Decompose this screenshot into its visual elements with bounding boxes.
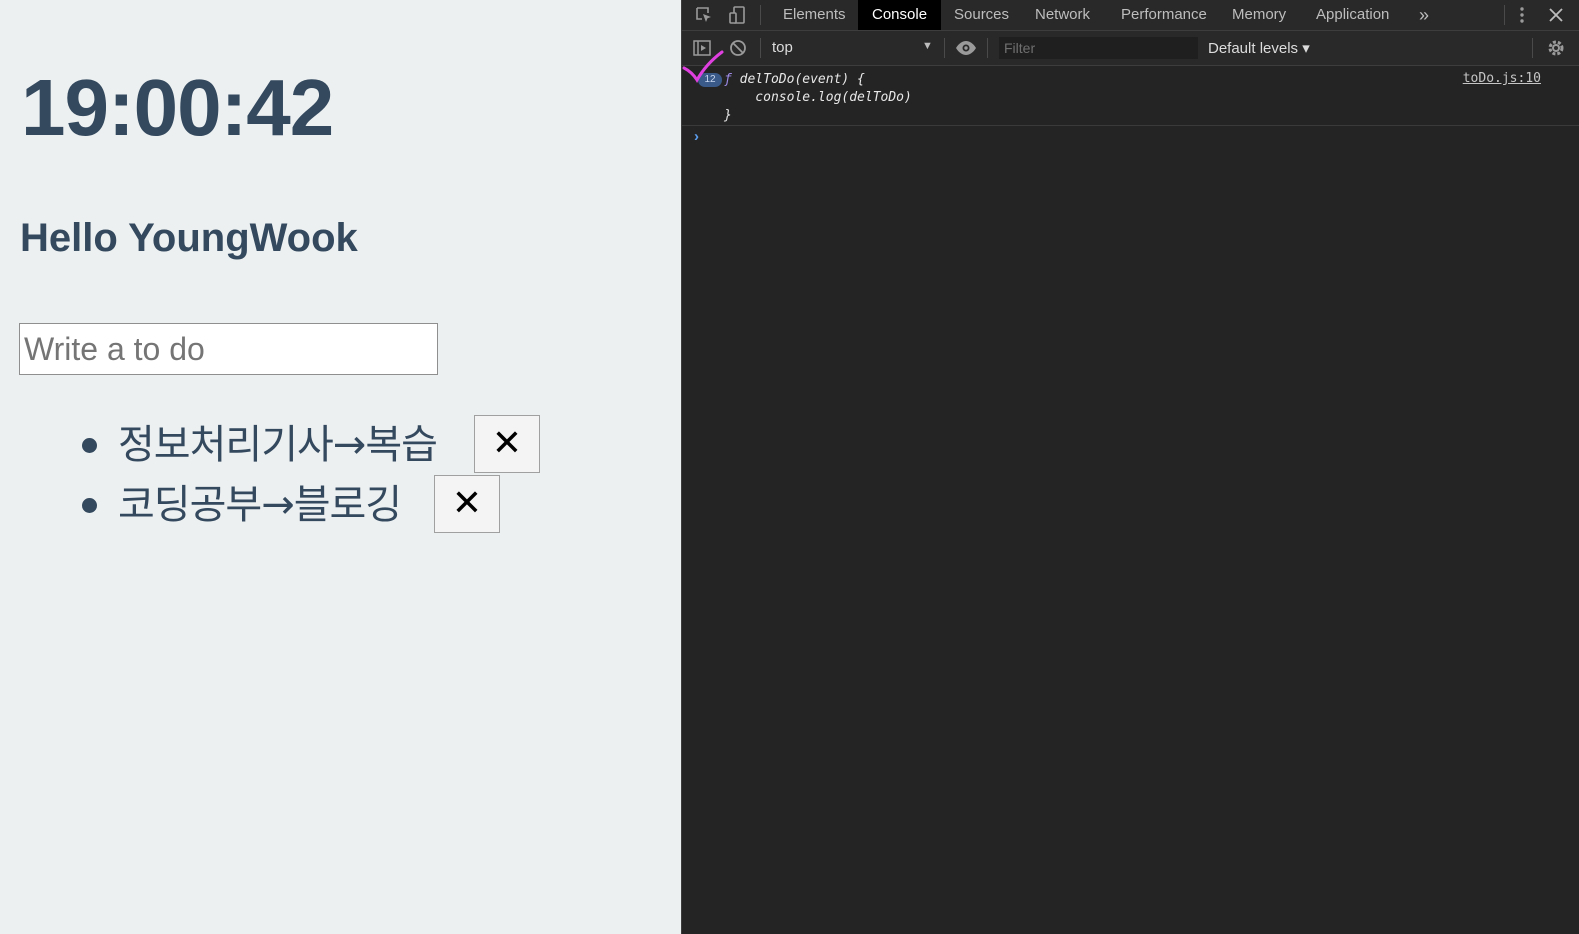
bullet-icon bbox=[82, 438, 97, 453]
code-line: delToDo(event) { bbox=[739, 72, 865, 87]
app-page: 19:00:42 Hello YoungWook 정보처리기사→복습 ✕ 코딩공… bbox=[0, 0, 681, 934]
clock: 19:00:42 bbox=[21, 63, 334, 152]
bullet-icon bbox=[82, 498, 97, 513]
console-message[interactable]: 12 ƒ delToDo(event) { console.log(delToD… bbox=[682, 50, 1579, 126]
function-keyword: ƒ bbox=[724, 72, 732, 87]
more-tabs-button[interactable]: » bbox=[1405, 0, 1443, 30]
delete-button[interactable]: ✕ bbox=[434, 475, 500, 533]
context-select[interactable]: top bbox=[772, 39, 793, 56]
log-levels-dropdown[interactable]: Default levels ▾ bbox=[1208, 39, 1310, 57]
toolbar-divider bbox=[944, 38, 945, 58]
tab-console[interactable]: Console bbox=[858, 0, 942, 30]
prompt-chevron-icon: › bbox=[694, 128, 699, 145]
filter-input[interactable] bbox=[999, 37, 1198, 59]
devtools-panel: Elements Console Sources Network Perform… bbox=[681, 0, 1579, 934]
toolbar-divider bbox=[760, 5, 761, 25]
close-icon[interactable] bbox=[1546, 5, 1566, 25]
tab-network[interactable]: Network bbox=[1021, 0, 1104, 30]
logged-function-code: ƒ delToDo(event) { console.log(delToDo) … bbox=[724, 71, 912, 125]
gear-icon[interactable] bbox=[1546, 38, 1566, 58]
todo-text: 정보처리기사→복습 bbox=[118, 422, 438, 468]
tab-application[interactable]: Application bbox=[1302, 0, 1403, 30]
live-expression-eye-icon[interactable] bbox=[955, 38, 976, 58]
devtools-tabbar: Elements Console Sources Network Perform… bbox=[682, 0, 1579, 31]
tab-sources[interactable]: Sources bbox=[940, 0, 1023, 30]
tab-memory[interactable]: Memory bbox=[1218, 0, 1300, 30]
source-link[interactable]: toDo.js:10 bbox=[1463, 71, 1541, 86]
tab-performance[interactable]: Performance bbox=[1107, 0, 1221, 30]
greeting: Hello YoungWook bbox=[20, 216, 358, 260]
inspect-element-icon[interactable] bbox=[694, 5, 714, 25]
todo-text: 코딩공부→블로깅 bbox=[118, 482, 402, 528]
toolbar-divider bbox=[760, 38, 761, 58]
chevron-down-icon: ▼ bbox=[922, 40, 933, 52]
delete-button[interactable]: ✕ bbox=[474, 415, 540, 473]
code-line: console.log(delToDo) bbox=[724, 90, 912, 105]
console-prompt[interactable]: › bbox=[682, 126, 1579, 150]
device-toolbar-icon[interactable] bbox=[727, 5, 747, 25]
toolbar-divider bbox=[987, 38, 988, 58]
clear-console-icon[interactable] bbox=[728, 38, 748, 58]
kebab-menu-icon[interactable] bbox=[1512, 5, 1532, 25]
code-line: } bbox=[724, 108, 732, 123]
toolbar-divider bbox=[1532, 38, 1533, 58]
todo-input[interactable] bbox=[19, 323, 438, 375]
console-toolbar: top ▼ Default levels ▾ bbox=[682, 31, 1579, 66]
console-output: 12 ƒ delToDo(event) { console.log(delToD… bbox=[682, 50, 1579, 150]
toolbar-divider bbox=[1504, 5, 1505, 25]
tab-elements[interactable]: Elements bbox=[769, 0, 860, 30]
checkmark-annotation-icon bbox=[682, 50, 724, 83]
